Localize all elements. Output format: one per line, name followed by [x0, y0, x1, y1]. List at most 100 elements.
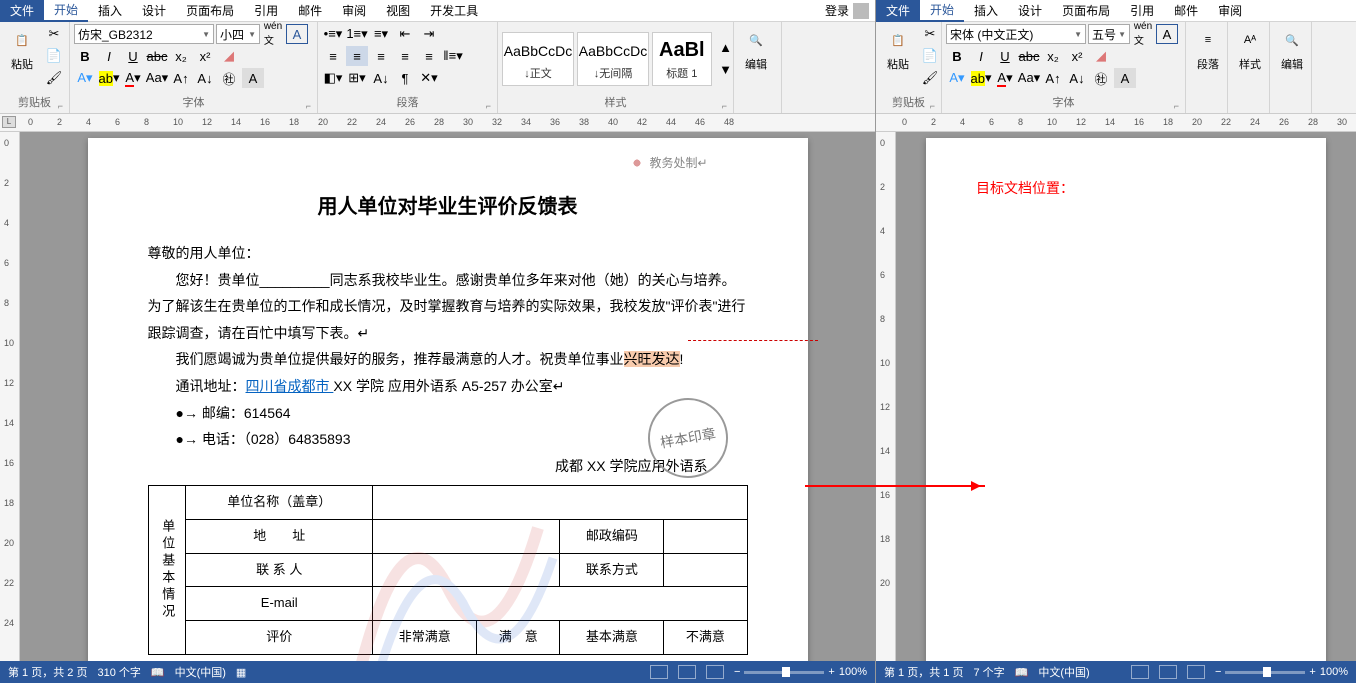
bold-r[interactable]: B	[946, 46, 968, 66]
feedback-table[interactable]: 单位基本情况 单位名称（盖章） 地 址邮政编码 联 系 人联系方式 E-mail…	[148, 485, 748, 654]
enclose-button[interactable]: ㊓	[218, 68, 240, 88]
tab-insert-r[interactable]: 插入	[964, 0, 1008, 22]
font-name-combo[interactable]: 仿宋_GB2312▼	[74, 24, 214, 44]
char-border-button[interactable]: A	[286, 24, 308, 44]
tab-insert[interactable]: 插入	[88, 0, 132, 22]
tab-mail-r[interactable]: 邮件	[1164, 0, 1208, 22]
snap-button[interactable]: ✕▾	[418, 68, 440, 88]
char-scale-r[interactable]: Aa▾	[1018, 68, 1040, 88]
paste-button-r[interactable]: 📋粘贴	[880, 24, 916, 74]
tab-view[interactable]: 视图	[376, 0, 420, 22]
zoom-slider[interactable]: −+100%	[734, 666, 867, 678]
show-marks-button[interactable]: ¶	[394, 68, 416, 88]
grow-font-r[interactable]: A↑	[1042, 68, 1064, 88]
subscript-r[interactable]: x₂	[1042, 46, 1064, 66]
clear-format-r[interactable]: ◢	[1090, 46, 1112, 66]
tab-dev[interactable]: 开发工具	[420, 0, 488, 22]
align-distribute-button[interactable]: ≡	[418, 46, 440, 66]
align-left-button[interactable]: ≡	[322, 46, 344, 66]
format-painter-button[interactable]: 🖌	[43, 68, 65, 88]
line-spacing-button[interactable]: ‖≡▾	[442, 46, 464, 66]
text-effect-button[interactable]: A▾	[74, 68, 96, 88]
copy-button[interactable]: 📄	[43, 46, 65, 66]
italic-button[interactable]: I	[98, 46, 120, 66]
status-words[interactable]: 310 个字	[97, 664, 140, 680]
indent-inc-button[interactable]: ⇥	[418, 24, 440, 44]
view-print-r[interactable]	[1159, 665, 1177, 679]
strike-button[interactable]: abc	[146, 46, 168, 66]
view-web-r[interactable]	[1187, 665, 1205, 679]
underline-r[interactable]: U	[994, 46, 1016, 66]
address-link[interactable]: 四川省成都市	[246, 378, 334, 394]
status-words-r[interactable]: 7 个字	[973, 664, 1004, 680]
view-read-button[interactable]	[650, 665, 668, 679]
align-center-button[interactable]: ≡	[346, 46, 368, 66]
copy-button-r[interactable]: 📄	[919, 46, 941, 66]
status-lang[interactable]: 中文(中国)	[175, 664, 226, 680]
spellcheck-icon[interactable]: 📖	[151, 666, 165, 679]
login-button[interactable]: 登录	[819, 2, 875, 19]
font-color-button[interactable]: A▾	[122, 68, 144, 88]
char-shading-button[interactable]: A	[242, 68, 264, 88]
zoom-slider-r[interactable]: −+100%	[1215, 666, 1348, 678]
document-area-left[interactable]: 教务处制↵ 用人单位对毕业生评价反馈表 尊敬的用人单位： 您好！贵单位_____…	[20, 132, 875, 661]
horizontal-ruler[interactable]: L 02468101214161820222426283032343638404…	[0, 114, 875, 132]
tab-design-r[interactable]: 设计	[1008, 0, 1052, 22]
view-print-button[interactable]	[678, 665, 696, 679]
tab-file-r[interactable]: 文件	[876, 0, 920, 22]
status-page-r[interactable]: 第 1 页，共 1 页	[884, 664, 963, 680]
view-read-r[interactable]	[1131, 665, 1149, 679]
document-page-r[interactable]: 目标文档位置：	[926, 138, 1326, 661]
tab-file[interactable]: 文件	[0, 0, 44, 22]
multilevel-button[interactable]: ≡▾	[370, 24, 392, 44]
status-lang-r[interactable]: 中文(中国)	[1038, 664, 1089, 680]
style-heading1[interactable]: AaBl标题 1	[652, 32, 712, 86]
grow-font-button[interactable]: A↑	[170, 68, 192, 88]
edit-button-r[interactable]: 🔍编辑	[1274, 24, 1310, 74]
tab-references-r[interactable]: 引用	[1120, 0, 1164, 22]
macro-icon[interactable]: ▦	[236, 666, 246, 679]
enclose-r[interactable]: ㊓	[1090, 68, 1112, 88]
view-web-button[interactable]	[706, 665, 724, 679]
tab-layout[interactable]: 页面布局	[176, 0, 244, 22]
strike-r[interactable]: abc	[1018, 46, 1040, 66]
clear-format-button[interactable]: ◢	[218, 46, 240, 66]
format-painter-r[interactable]: 🖌	[919, 68, 941, 88]
tab-design[interactable]: 设计	[132, 0, 176, 22]
sort-button[interactable]: A↓	[370, 68, 392, 88]
align-justify-button[interactable]: ≡	[394, 46, 416, 66]
superscript-button[interactable]: x²	[194, 46, 216, 66]
shrink-font-r[interactable]: A↓	[1066, 68, 1088, 88]
phonetic-button[interactable]: wén文	[262, 24, 284, 44]
numbering-button[interactable]: 1≡▾	[346, 24, 368, 44]
tab-mail[interactable]: 邮件	[288, 0, 332, 22]
shrink-font-button[interactable]: A↓	[194, 68, 216, 88]
document-area-right[interactable]: 目标文档位置：	[896, 132, 1356, 661]
char-scale-button[interactable]: Aa▾	[146, 68, 168, 88]
cut-button-r[interactable]: ✂	[919, 24, 941, 44]
tab-home-r[interactable]: 开始	[920, 0, 964, 22]
cut-button[interactable]: ✂	[43, 24, 65, 44]
horizontal-ruler-r[interactable]: 02468101214161820222426283032	[876, 114, 1356, 132]
status-page[interactable]: 第 1 页，共 2 页	[8, 664, 87, 680]
italic-r[interactable]: I	[970, 46, 992, 66]
font-size-combo-r[interactable]: 五号▼	[1088, 24, 1130, 44]
style-nospacing[interactable]: AaBbCcDc↓无间隔	[577, 32, 649, 86]
para-button-r[interactable]: ≡段落	[1190, 24, 1226, 74]
vertical-ruler[interactable]: 024681012141618202224	[0, 132, 20, 661]
font-name-combo-r[interactable]: 宋体 (中文正文)▼	[946, 24, 1086, 44]
shading-button[interactable]: ◧▾	[322, 68, 344, 88]
bold-button[interactable]: B	[74, 46, 96, 66]
tab-selector[interactable]: L	[2, 116, 16, 128]
tab-review-r[interactable]: 审阅	[1208, 0, 1252, 22]
indent-dec-button[interactable]: ⇤	[394, 24, 416, 44]
find-button[interactable]: 🔍编辑	[738, 24, 774, 74]
align-right-button[interactable]: ≡	[370, 46, 392, 66]
font-size-combo[interactable]: 小四▼	[216, 24, 260, 44]
style-normal[interactable]: AaBbCcDc↓正文	[502, 32, 574, 86]
bullets-button[interactable]: •≡▾	[322, 24, 344, 44]
spellcheck-icon-r[interactable]: 📖	[1015, 666, 1029, 679]
char-shading-r[interactable]: A	[1114, 68, 1136, 88]
paste-button[interactable]: 📋 粘贴	[4, 24, 40, 74]
highlight-button[interactable]: ab▾	[98, 68, 120, 88]
